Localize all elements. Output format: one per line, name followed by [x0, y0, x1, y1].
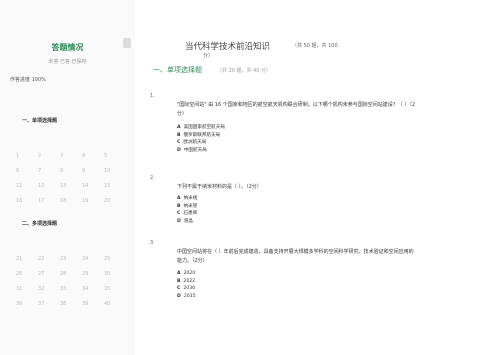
question-number-link[interactable]: 25 — [100, 256, 122, 262]
question-number-link[interactable]: 16 — [12, 198, 34, 204]
part-title: 一、单项选择题 — [153, 66, 202, 74]
option-b[interactable]: B 纳米管 — [177, 203, 197, 211]
answer-sidebar: 答题情况 未答 已答 已保存 作答进度 100% 一、单项选择题 1234567… — [0, 0, 135, 355]
question-number-link[interactable]: 9 — [78, 168, 100, 174]
question-1-options: A 美国国家航空航天局 B 俄罗斯联邦航天局 C 欧洲航天局 D 中国航天局 — [177, 124, 225, 154]
question-number-link[interactable]: 30 — [100, 271, 122, 277]
option-a[interactable]: A 2020 — [177, 270, 196, 278]
section-title-single: 一、单项选择题 — [22, 118, 58, 124]
question-number-link[interactable]: 8 — [56, 168, 78, 174]
question-number-link[interactable]: 17 — [34, 198, 56, 204]
question-number-link[interactable]: 14 — [78, 183, 100, 189]
question-text: "国际空间站" 由 16 个国家和地区的航空航天机构联合研制，以下哪个机构未参与… — [177, 102, 416, 117]
exam-meta-cont: 分） — [203, 53, 214, 59]
question-number-link[interactable]: 18 — [56, 198, 78, 204]
question-number-link[interactable]: 4 — [78, 153, 100, 159]
option-b[interactable]: B 俄罗斯联邦航天局 — [177, 132, 225, 140]
question-number-link[interactable]: 29 — [78, 271, 100, 277]
question-number-link[interactable]: 20 — [100, 198, 122, 204]
question-number-link[interactable]: 35 — [100, 286, 122, 292]
question-number-link[interactable]: 12 — [34, 183, 56, 189]
question-number-grid-multi: 21 22 23 24 25 26 27 28 29 30 31 32 33 34 35 36 37 38 39 40 — [12, 256, 122, 307]
question-number-grid-single: 1 2 3 4 5 6 7 8 9 10 11 12 13 14 15 16 17 18 19 20 — [12, 153, 122, 204]
question-number-link[interactable]: 22 — [34, 256, 56, 262]
question-number-link[interactable]: 36 — [12, 301, 34, 307]
question-number-link[interactable]: 21 — [12, 256, 34, 262]
option-b[interactable]: B 2022 — [177, 278, 196, 286]
question-number-link[interactable]: 39 — [78, 301, 100, 307]
question-number-link[interactable]: 27 — [34, 271, 56, 277]
question-number-link[interactable]: 28 — [56, 271, 78, 277]
question-2-options: A 纳米线 B 纳米管 C 石墨烯 D 液晶 — [177, 195, 197, 225]
option-c[interactable]: C 石墨烯 — [177, 210, 197, 218]
part-meta: （共 20 题，共 40 分） — [217, 68, 272, 74]
question-number-link[interactable]: 15 — [100, 183, 122, 189]
exam-title: 当代科学技术前沿知识 — [185, 42, 271, 52]
question-number-link[interactable]: 31 — [12, 286, 34, 292]
question-number-link[interactable]: 24 — [78, 256, 100, 262]
sidebar-title: 答题情况 — [51, 43, 84, 52]
option-d[interactable]: D 液晶 — [177, 218, 197, 226]
question-number-link[interactable]: 10 — [100, 168, 122, 174]
answer-status-legend: 未答 已答 已保存 — [48, 59, 87, 65]
question-number-link[interactable]: 40 — [100, 301, 122, 307]
option-d[interactable]: D 中国航天局 — [177, 147, 225, 155]
question-number-link[interactable]: 26 — [12, 271, 34, 277]
question-number: 1. — [150, 93, 155, 99]
question-number-link[interactable]: 32 — [34, 286, 56, 292]
question-number-link[interactable]: 2 — [34, 153, 56, 159]
option-c[interactable]: C 欧洲航天局 — [177, 139, 225, 147]
question-number-link[interactable]: 37 — [34, 301, 56, 307]
question-number: 3. — [150, 240, 155, 246]
question-number-link[interactable]: 19 — [78, 198, 100, 204]
exam-main: 当代科学技术前沿知识 （共 50 题，共 100 分） 一、单项选择题 （共 2… — [145, 0, 503, 355]
question-number-link[interactable]: 5 — [100, 153, 122, 159]
option-c[interactable]: C 2030 — [177, 285, 196, 293]
question-text: 中国空间站将在（ ）年前后完成建造，具备支持开展大规模多学科的空间科学研究、技术… — [177, 249, 414, 264]
option-a[interactable]: A 美国国家航空航天局 — [177, 124, 225, 132]
question-number-link[interactable]: 7 — [34, 168, 56, 174]
question-text: 下列不属于纳米材料的是（ ）。（2分） — [177, 184, 262, 190]
question-number-link[interactable]: 1 — [12, 153, 34, 159]
question-number-link[interactable]: 33 — [56, 286, 78, 292]
question-number-link[interactable]: 34 — [78, 286, 100, 292]
question-number: 2. — [150, 175, 155, 181]
question-number-link[interactable]: 6 — [12, 168, 34, 174]
progress-text: 作答进度 100% — [10, 77, 46, 83]
question-3-options: A 2020 B 2022 C 2030 D 2035 — [177, 270, 196, 300]
option-a[interactable]: A 纳米线 — [177, 195, 197, 203]
question-number-link[interactable]: 13 — [56, 183, 78, 189]
option-d[interactable]: D 2035 — [177, 293, 196, 301]
question-number-link[interactable]: 3 — [56, 153, 78, 159]
exam-meta: （共 50 题，共 100 — [292, 43, 338, 49]
question-number-link[interactable]: 38 — [56, 301, 78, 307]
question-number-link[interactable]: 23 — [56, 256, 78, 262]
section-title-multi: 二、多项选择题 — [22, 221, 58, 227]
question-number-link[interactable]: 11 — [12, 183, 34, 189]
